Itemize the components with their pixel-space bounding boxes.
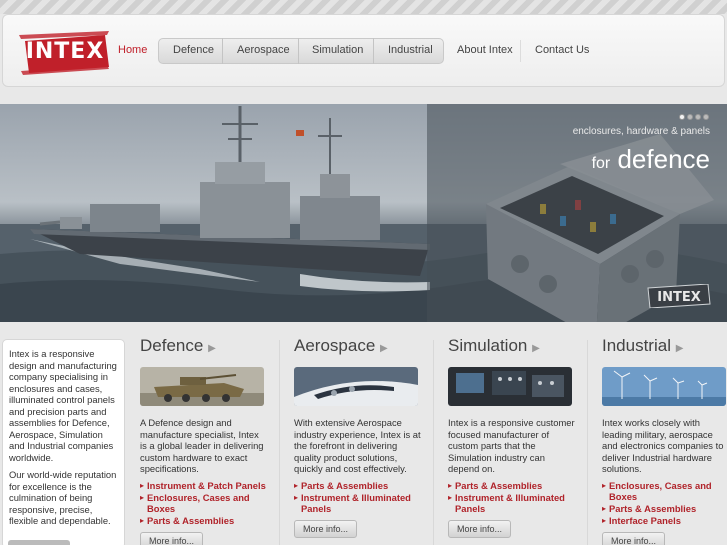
hero-banner[interactable]: enclosures, hardware & panels for defenc… xyxy=(0,104,727,322)
column-title-text: Simulation xyxy=(448,336,528,355)
link-instrument-illuminated-panels[interactable]: Instrument & Illuminated Panels xyxy=(294,492,434,514)
column-divider xyxy=(279,340,280,545)
column-description: With extensive Aerospace industry experi… xyxy=(294,417,421,474)
column-links: Parts & Assemblies Instrument & Illumina… xyxy=(448,480,588,514)
column-links: Parts & Assemblies Instrument & Illumina… xyxy=(294,480,434,514)
hero-for-word: for xyxy=(591,155,611,172)
column-title-text: Aerospace xyxy=(294,336,376,355)
column-title[interactable]: Industrial ▶ xyxy=(602,336,727,358)
hero-tagline: enclosures, hardware & panels xyxy=(572,126,710,137)
intex-logo[interactable]: INTEX xyxy=(19,31,111,77)
link-parts-assemblies[interactable]: Parts & Assemblies xyxy=(602,503,727,514)
hero-badge-icon: INTEX xyxy=(647,284,711,308)
slider-dot[interactable] xyxy=(703,114,709,120)
nav-aerospace[interactable]: Aerospace xyxy=(237,44,290,56)
hero-badge-text: INTEX xyxy=(657,290,701,305)
slider-dot[interactable] xyxy=(679,114,685,120)
top-stripe-band xyxy=(0,0,727,14)
column-description: A Defence design and manufacture special… xyxy=(140,417,264,474)
intro-paragraph: Intex is a responsive design and manufac… xyxy=(9,348,117,463)
column-simulation: Simulation ▶ Intex is a responsive custo… xyxy=(448,336,588,538)
hero-headline-word: defence xyxy=(617,144,710,174)
jet-cockpit-image[interactable] xyxy=(294,367,418,406)
wind-turbines-image[interactable] xyxy=(602,367,726,406)
more-info-button[interactable]: More info... xyxy=(448,519,512,538)
nav-separator xyxy=(373,38,374,64)
link-instrument-illuminated-panels[interactable]: Instrument & Illuminated Panels xyxy=(448,492,588,514)
column-links: Instrument & Patch Panels Enclosures, Ca… xyxy=(140,480,280,526)
triangle-right-icon: ▶ xyxy=(380,343,388,354)
column-title[interactable]: Simulation ▶ xyxy=(448,336,588,358)
column-title-text: Industrial xyxy=(602,336,671,355)
column-industrial: Industrial ▶ Intex works closely with le… xyxy=(602,336,727,545)
link-enclosures-cases-boxes[interactable]: Enclosures, Cases and Boxes xyxy=(140,492,280,514)
column-divider xyxy=(433,340,434,545)
triangle-right-icon: ▶ xyxy=(208,343,216,354)
nav-defence[interactable]: Defence xyxy=(173,44,214,56)
nav-home[interactable]: Home xyxy=(118,44,147,56)
intro-paragraph: Our world-wide reputation for excellence… xyxy=(9,469,117,526)
link-parts-assemblies[interactable]: Parts & Assemblies xyxy=(294,480,434,491)
nav-industrial[interactable]: Industrial xyxy=(388,44,433,56)
link-parts-assemblies[interactable]: Parts & Assemblies xyxy=(448,480,588,491)
logo-text: INTEX xyxy=(25,39,105,64)
column-aerospace: Aerospace ▶ With extensive Aerospace ind… xyxy=(294,336,434,538)
link-enclosures-cases-boxes[interactable]: Enclosures, Cases and Boxes xyxy=(602,480,727,502)
more-info-button[interactable]: More info... xyxy=(294,519,358,538)
column-title-text: Defence xyxy=(140,336,204,355)
nav-separator xyxy=(520,40,521,62)
slider-dots xyxy=(679,114,709,120)
nav-separator xyxy=(222,38,223,64)
more-info-button[interactable]: More info... xyxy=(140,531,204,545)
column-title[interactable]: Aerospace ▶ xyxy=(294,336,434,358)
more-info-button[interactable]: More info... xyxy=(602,531,666,545)
link-instrument-patch-panels[interactable]: Instrument & Patch Panels xyxy=(140,480,280,491)
nav-contact[interactable]: Contact Us xyxy=(535,44,589,56)
about-intex-button[interactable] xyxy=(8,540,70,545)
intro-box: Intex is a responsive design and manufac… xyxy=(2,339,125,545)
column-defence: Defence ▶ A Defence design and manufactu… xyxy=(140,336,280,545)
nav-simulation[interactable]: Simulation xyxy=(312,44,363,56)
column-description: Intex works closely with leading militar… xyxy=(602,417,724,474)
link-interface-panels[interactable]: Interface Panels xyxy=(602,515,727,526)
column-divider xyxy=(587,340,588,545)
nav-about[interactable]: About Intex xyxy=(457,44,513,56)
slider-dot[interactable] xyxy=(687,114,693,120)
simulator-console-image[interactable] xyxy=(448,367,572,406)
slider-dot[interactable] xyxy=(695,114,701,120)
column-description: Intex is a responsive customer focused m… xyxy=(448,417,575,474)
column-title[interactable]: Defence ▶ xyxy=(140,336,280,358)
triangle-right-icon: ▶ xyxy=(532,343,540,354)
armored-vehicle-image[interactable] xyxy=(140,367,264,406)
nav-separator xyxy=(298,38,299,64)
triangle-right-icon: ▶ xyxy=(675,343,684,354)
hero-headline: for defence xyxy=(592,144,710,175)
column-links: Enclosures, Cases and Boxes Parts & Asse… xyxy=(602,480,727,526)
link-parts-assemblies[interactable]: Parts & Assemblies xyxy=(140,515,280,526)
